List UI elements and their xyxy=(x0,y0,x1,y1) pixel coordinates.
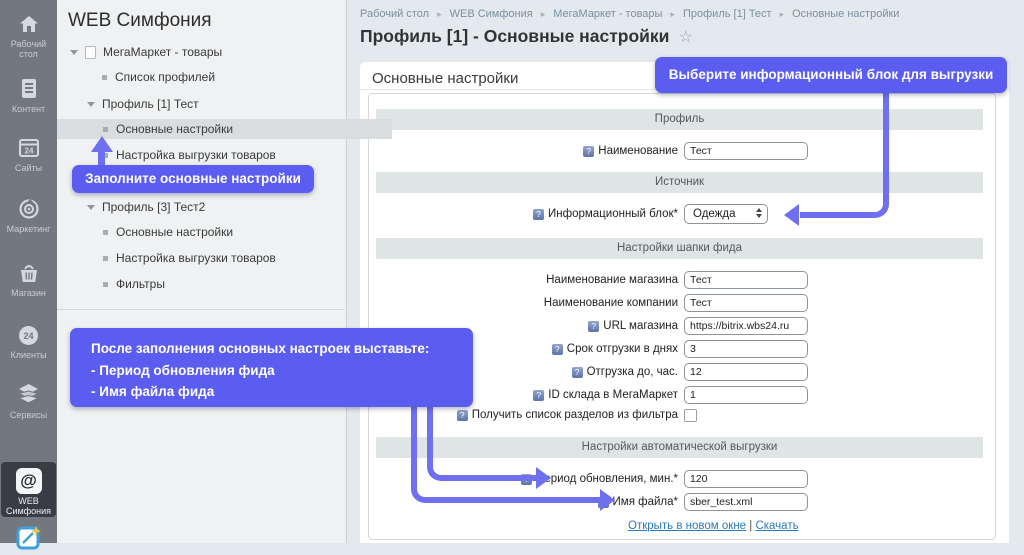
callout-choose-iblock: Выберите информационный блок для выгрузк… xyxy=(655,57,1007,93)
sidebar-item-configure[interactable] xyxy=(0,524,57,555)
svg-text:24: 24 xyxy=(24,147,33,156)
breadcrumb-item[interactable]: WEB Симфония xyxy=(450,8,533,20)
iblock-select[interactable]: Одежда xyxy=(684,204,768,224)
help-icon[interactable]: ? xyxy=(533,390,544,401)
document-icon xyxy=(18,77,40,101)
breadcrumb: Рабочий стол ▸ WEB Симфония ▸ МегаМаркет -… xyxy=(360,8,899,20)
target-icon xyxy=(17,197,41,221)
page-title: Профиль [1] - Основные настройки xyxy=(360,26,669,47)
module-tree-panel: WEB Симфония МегаМаркет - товары Список … xyxy=(57,0,347,543)
help-icon[interactable]: ? xyxy=(583,146,594,157)
form-row-name: ?Наименование xyxy=(376,142,983,160)
section-header-profile: Профиль xyxy=(376,109,983,130)
tree-divider xyxy=(57,309,345,310)
favorite-star-icon[interactable]: ☆ xyxy=(678,27,692,47)
shop-name-field[interactable] xyxy=(684,271,808,289)
warehouse-id-field[interactable] xyxy=(684,386,808,404)
arrow-head-left-icon xyxy=(784,204,799,226)
basket-icon xyxy=(17,262,41,285)
shipping-until-field[interactable] xyxy=(684,363,808,381)
home-icon xyxy=(17,12,41,36)
open-in-new-window-link[interactable]: Открыть в новом окне xyxy=(628,520,746,532)
form-row-iblock: ?Информационный блок* Одежда xyxy=(376,204,983,224)
callout-fill-main-settings: Заполните основные настройки xyxy=(72,165,314,193)
sidebar-item-sites[interactable]: 24 Сайты xyxy=(0,137,57,173)
breadcrumb-item[interactable]: Основные настройки xyxy=(792,8,899,20)
sidebar-item-content[interactable]: Контент xyxy=(0,77,57,114)
chevron-down-icon[interactable] xyxy=(70,50,78,55)
browser-window-icon: 24 xyxy=(17,137,41,160)
breadcrumb-item[interactable]: Рабочий стол xyxy=(360,8,429,20)
shipping-days-field[interactable] xyxy=(684,340,808,358)
arrow-head-right-icon xyxy=(600,489,615,511)
arrow-to-iblock-select xyxy=(800,93,889,218)
section-header-feed-head: Настройки шапки фида xyxy=(376,238,983,259)
sidebar-item-shop[interactable]: Магазин xyxy=(0,262,57,298)
chevron-right-icon: ▸ xyxy=(670,9,675,20)
chevron-right-icon: ▸ xyxy=(541,9,546,20)
tree-item-main-settings-2[interactable]: Основные настройки xyxy=(57,224,392,240)
bullet-icon xyxy=(103,230,108,235)
bullet-icon xyxy=(103,127,108,132)
form-row-company-name: Наименование компании xyxy=(376,294,983,312)
bullet-icon xyxy=(103,256,108,261)
tab-main-settings[interactable]: Основные настройки xyxy=(372,70,518,87)
tree-item-profile-3[interactable]: Профиль [3] Тест2 xyxy=(57,199,376,215)
select-stepper-icon xyxy=(756,208,762,218)
section-header-source: Источник xyxy=(376,172,983,193)
arrow-to-file-name xyxy=(411,402,601,503)
page-title-row: Профиль [1] - Основные настройки ☆ xyxy=(360,26,693,47)
sidebar-item-desktop[interactable]: Рабочий стол xyxy=(0,12,57,59)
callout-after-settings: После заполнения основных настроек выста… xyxy=(70,328,473,407)
chevron-right-icon: ▸ xyxy=(780,9,785,20)
chevron-down-icon[interactable] xyxy=(87,102,95,107)
tree-item-profile-1[interactable]: Профиль [1] Тест xyxy=(57,96,376,112)
bullet-icon xyxy=(103,282,108,287)
svg-text:24: 24 xyxy=(23,331,33,341)
chevron-right-icon: ▸ xyxy=(437,9,442,20)
arrow-head-up-icon xyxy=(91,136,113,152)
wand-star-icon xyxy=(15,524,43,552)
help-icon[interactable]: ? xyxy=(588,321,599,332)
sidebar-item-services[interactable]: Сервисы xyxy=(0,382,57,420)
tree-item-megamarket[interactable]: МегаМаркет - товары xyxy=(57,44,359,60)
name-field[interactable] xyxy=(684,142,808,160)
breadcrumb-item[interactable]: Профиль [1] Тест xyxy=(683,8,772,20)
circle-24-icon: 24 xyxy=(17,324,40,347)
tree-item-profile-list[interactable]: Список профилей xyxy=(57,69,391,85)
help-icon[interactable]: ? xyxy=(572,367,583,378)
sidebar-item-clients[interactable]: 24 Клиенты xyxy=(0,324,57,360)
app-sidebar: Рабочий стол Контент 24 Сайты Маркетинг xyxy=(0,0,57,543)
arrow-to-main-settings xyxy=(98,151,105,166)
at-sign-icon: @ xyxy=(16,468,42,494)
tree-item-filters[interactable]: Фильтры xyxy=(57,276,392,292)
form-row-shop-name: Наименование магазина xyxy=(376,271,983,289)
tree-title: WEB Симфония xyxy=(68,10,212,32)
sections-from-filter-checkbox[interactable] xyxy=(684,409,697,422)
bullet-icon xyxy=(102,75,107,80)
help-icon[interactable]: ? xyxy=(552,344,563,355)
shop-url-field[interactable] xyxy=(684,317,808,335)
company-name-field[interactable] xyxy=(684,294,808,312)
sidebar-item-web-symphony[interactable]: @ WEB Симфония xyxy=(1,462,56,517)
layers-icon xyxy=(16,382,41,407)
file-name-field[interactable] xyxy=(684,493,808,511)
download-link[interactable]: Скачать xyxy=(755,520,798,532)
breadcrumb-item[interactable]: МегаМаркет - товары xyxy=(553,8,662,20)
document-icon xyxy=(85,46,96,59)
feed-links: Открыть в новом окне | Скачать xyxy=(628,520,983,532)
update-period-field[interactable] xyxy=(684,470,808,488)
chevron-down-icon[interactable] xyxy=(87,205,95,210)
sidebar-item-marketing[interactable]: Маркетинг xyxy=(0,197,57,234)
tree-item-export-settings-2[interactable]: Настройка выгрузки товаров xyxy=(57,250,392,266)
help-icon[interactable]: ? xyxy=(533,209,544,220)
